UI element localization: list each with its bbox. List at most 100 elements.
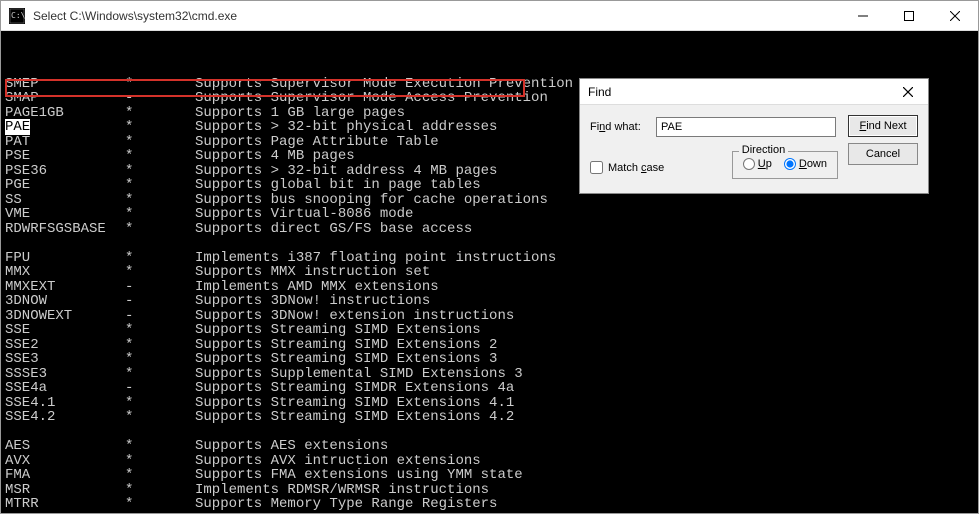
close-icon: [950, 11, 960, 21]
feature-name: SSE: [5, 323, 125, 338]
maximize-button[interactable]: [886, 1, 932, 30]
feature-flag: *: [125, 396, 195, 411]
feature-desc: Supports > 32-bit physical addresses: [195, 120, 497, 135]
minimize-icon: [858, 11, 868, 21]
direction-up-radio[interactable]: [743, 158, 755, 170]
feature-flag: *: [125, 149, 195, 164]
find-titlebar[interactable]: Find: [580, 79, 928, 105]
feature-name: PGE: [5, 178, 125, 193]
terminal-line: [5, 425, 974, 440]
terminal-line: FMA*Supports FMA extensions using YMM st…: [5, 468, 974, 483]
feature-desc: Supports Supplemental SIMD Extensions 3: [195, 367, 523, 382]
window-controls: [840, 1, 978, 30]
feature-desc: Implements AMD MMX extensions: [195, 280, 439, 295]
feature-name: FMA: [5, 468, 125, 483]
terminal-line: MTRR*Supports Memory Type Range Register…: [5, 497, 974, 512]
feature-name: SSE3: [5, 352, 125, 367]
find-input[interactable]: [656, 117, 836, 137]
feature-flag: *: [125, 338, 195, 353]
terminal-line: SS*Supports bus snooping for cache opera…: [5, 193, 974, 208]
feature-desc: Supports AVX intruction extensions: [195, 454, 481, 469]
minimize-button[interactable]: [840, 1, 886, 30]
feature-flag: *: [125, 77, 195, 92]
match-case-label: Match case: [608, 162, 664, 174]
feature-flag: *: [125, 367, 195, 382]
maximize-icon: [904, 11, 914, 21]
feature-flag: *: [125, 106, 195, 121]
feature-flag: *: [125, 222, 195, 237]
direction-down[interactable]: Down: [784, 158, 827, 170]
feature-name: MMXEXT: [5, 280, 125, 295]
match-case-input[interactable]: [590, 161, 603, 174]
feature-name: MMX: [5, 265, 125, 280]
feature-desc: Supports bus snooping for cache operatio…: [195, 193, 548, 208]
feature-desc: Supports 3DNow! extension instructions: [195, 309, 514, 324]
feature-desc: Supports Streaming SIMD Extensions 2: [195, 338, 497, 353]
feature-desc: Supports MMX instruction set: [195, 265, 430, 280]
feature-name: SSE4a: [5, 381, 125, 396]
feature-name: RDWRFSGSBASE: [5, 222, 125, 237]
feature-flag: -: [125, 294, 195, 309]
feature-desc: Supports Streaming SIMD Extensions: [195, 323, 481, 338]
terminal-line: AVX*Supports AVX intruction extensions: [5, 454, 974, 469]
feature-flag: *: [125, 323, 195, 338]
feature-name: SSE4.1: [5, 396, 125, 411]
feature-desc: Supports Virtual-8086 mode: [195, 207, 413, 222]
titlebar[interactable]: C:\ Select C:\Windows\system32\cmd.exe: [1, 1, 978, 31]
direction-up[interactable]: Up: [743, 158, 772, 170]
feature-name: AVX: [5, 454, 125, 469]
window-title: Select C:\Windows\system32\cmd.exe: [33, 9, 840, 23]
terminal-line: MSR*Implements RDMSR/WRMSR instructions: [5, 483, 974, 498]
cancel-button[interactable]: Cancel: [848, 143, 918, 165]
find-dialog: Find Find what: Find Next Cancel Match c…: [579, 78, 929, 194]
close-button[interactable]: [932, 1, 978, 30]
feature-flag: *: [125, 193, 195, 208]
feature-flag: *: [125, 265, 195, 280]
terminal-line: MMXEXT-Implements AMD MMX extensions: [5, 280, 974, 295]
terminal-line: FPU*Implements i387 floating point instr…: [5, 251, 974, 266]
feature-desc: Supports global bit in page tables: [195, 178, 481, 193]
feature-name: PSE36: [5, 164, 125, 179]
feature-flag: *: [125, 120, 195, 135]
direction-down-radio[interactable]: [784, 158, 796, 170]
terminal-line: [5, 236, 974, 251]
feature-flag: *: [125, 178, 195, 193]
feature-name: PSE: [5, 149, 125, 164]
feature-name: FPU: [5, 251, 125, 266]
feature-name: VME: [5, 207, 125, 222]
feature-flag: -: [125, 91, 195, 106]
feature-name: SSE4.2: [5, 410, 125, 425]
feature-desc: Supports Supervisor Mode Execution Preve…: [195, 77, 573, 92]
find-close-button[interactable]: [896, 82, 920, 102]
feature-desc: Supports 4 MB pages: [195, 149, 355, 164]
feature-desc: Supports 1 GB large pages: [195, 106, 405, 121]
feature-name: SSE2: [5, 338, 125, 353]
feature-name: MSR: [5, 483, 125, 498]
direction-legend: Direction: [739, 144, 788, 156]
direction-group: Direction Up Down: [732, 151, 838, 179]
feature-flag: *: [125, 468, 195, 483]
terminal-line: SSE3*Supports Streaming SIMD Extensions …: [5, 352, 974, 367]
terminal-line: SSE4a-Supports Streaming SIMDR Extension…: [5, 381, 974, 396]
terminal-line: MMX*Supports MMX instruction set: [5, 265, 974, 280]
feature-desc: Implements RDMSR/WRMSR instructions: [195, 483, 489, 498]
feature-flag: *: [125, 497, 195, 512]
feature-name: PAE: [5, 120, 125, 135]
find-next-button[interactable]: Find Next: [848, 115, 918, 137]
feature-desc: Supports direct GS/FS base access: [195, 222, 472, 237]
terminal-line: SSE4.2*Supports Streaming SIMD Extension…: [5, 410, 974, 425]
feature-name: SMEP: [5, 77, 125, 92]
svg-text:C:\: C:\: [11, 11, 25, 20]
feature-flag: *: [125, 454, 195, 469]
feature-desc: Supports Supervisor Mode Access Preventi…: [195, 91, 548, 106]
feature-desc: Supports Memory Type Range Registers: [195, 497, 497, 512]
feature-flag: *: [125, 164, 195, 179]
feature-desc: Implements i387 floating point instructi…: [195, 251, 556, 266]
terminal-line: 3DNOW-Supports 3DNow! instructions: [5, 294, 974, 309]
feature-name: MTRR: [5, 497, 125, 512]
feature-flag: -: [125, 309, 195, 324]
match-case-checkbox[interactable]: Match case: [590, 161, 664, 174]
feature-name: PAT: [5, 135, 125, 150]
feature-name: PAGE1GB: [5, 106, 125, 121]
terminal-line: SSE4.1*Supports Streaming SIMD Extension…: [5, 396, 974, 411]
